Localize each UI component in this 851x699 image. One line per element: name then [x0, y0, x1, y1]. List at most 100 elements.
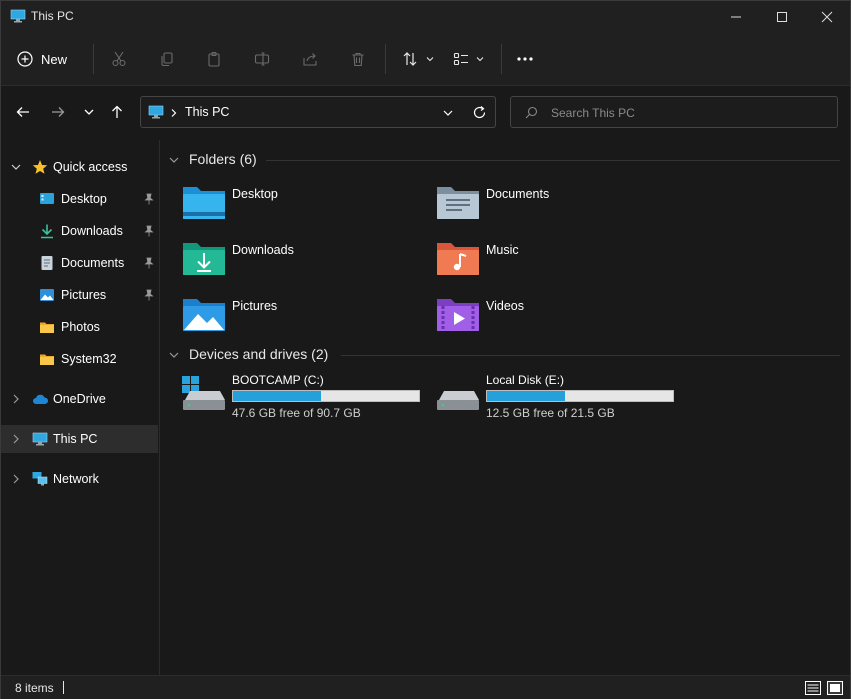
- paste-button[interactable]: [201, 44, 227, 74]
- chevron-down-icon[interactable]: [168, 154, 180, 166]
- up-button[interactable]: [105, 100, 129, 124]
- folder-tile-videos[interactable]: Videos: [436, 293, 676, 343]
- sidebar-item-label: This PC: [53, 432, 98, 446]
- folder-tile-downloads[interactable]: Downloads: [182, 237, 422, 287]
- search-placeholder: Search This PC: [551, 106, 635, 120]
- sidebar-item-this-pc[interactable]: This PC: [1, 425, 158, 453]
- arrow-right-icon: [52, 107, 65, 117]
- drive-tile-e[interactable]: Local Disk (E:) 12.5 GB free of 21.5 GB: [436, 373, 686, 424]
- tiles-view-icon[interactable]: [826, 679, 844, 697]
- sidebar-item-label: Network: [53, 472, 99, 486]
- close-button[interactable]: [804, 1, 850, 32]
- pin-icon: [144, 289, 154, 301]
- rename-button[interactable]: [249, 44, 275, 74]
- title-bar: This PC: [1, 1, 850, 32]
- pin-icon: [144, 225, 154, 237]
- delete-icon: [352, 52, 364, 67]
- sidebar-item-quick-access[interactable]: Quick access: [1, 153, 158, 181]
- sidebar-item-onedrive[interactable]: OneDrive: [1, 385, 158, 413]
- drive-tile-c[interactable]: BOOTCAMP (C:) 47.6 GB free of 90.7 GB: [182, 373, 432, 424]
- folder-name: Downloads: [232, 243, 294, 257]
- arrow-up-icon: [112, 105, 122, 118]
- divider: [266, 160, 840, 161]
- cut-button[interactable]: [106, 44, 132, 74]
- sidebar-item-label: Desktop: [61, 192, 107, 206]
- drive-usage-bar: [486, 390, 674, 402]
- chevron-down-icon[interactable]: [168, 349, 180, 361]
- status-divider: [63, 681, 64, 694]
- local-disk-icon: [437, 391, 479, 410]
- search-icon: [525, 106, 538, 119]
- arrow-left-icon: [16, 107, 29, 117]
- folder-tile-documents[interactable]: Documents: [436, 181, 676, 231]
- pin-icon: [144, 193, 154, 205]
- paste-icon: [208, 51, 220, 67]
- minimize-button[interactable]: [713, 1, 759, 32]
- close-icon: [821, 11, 833, 22]
- drives-group-header[interactable]: Devices and drives (2): [166, 344, 846, 366]
- desktop-folder-icon: [183, 187, 225, 219]
- sidebar-item-label: Downloads: [61, 224, 123, 238]
- folders-group-title: Folders (6): [189, 151, 257, 167]
- folder-name: Pictures: [232, 299, 278, 313]
- details-view-icon[interactable]: [804, 679, 822, 697]
- chevron-down-icon[interactable]: [442, 107, 454, 119]
- copy-button[interactable]: [154, 44, 180, 74]
- sidebar-item-desktop[interactable]: Desktop: [1, 185, 158, 213]
- search-input[interactable]: Search This PC: [510, 96, 838, 128]
- back-button[interactable]: [11, 100, 35, 124]
- folders-group-header[interactable]: Folders (6): [166, 149, 846, 171]
- sidebar-item-documents[interactable]: Documents: [1, 249, 158, 277]
- view-button[interactable]: [449, 44, 489, 74]
- sidebar-item-photos[interactable]: Photos: [1, 313, 158, 341]
- new-label: New: [41, 51, 68, 67]
- sidebar-item-network[interactable]: Network: [1, 465, 158, 493]
- separator: [501, 44, 502, 74]
- chevron-down-icon[interactable]: [10, 161, 22, 173]
- breadcrumb-this-pc[interactable]: This PC: [185, 105, 229, 119]
- this-pc-icon: [10, 9, 26, 23]
- drive-free-space: 47.6 GB free of 90.7 GB: [232, 406, 361, 420]
- folder-name: Music: [486, 243, 519, 257]
- address-row: This PC Search This PC: [1, 86, 850, 140]
- sidebar-item-label: Photos: [61, 320, 100, 334]
- maximize-button[interactable]: [759, 1, 805, 32]
- sidebar-item-downloads[interactable]: Downloads: [1, 217, 158, 245]
- view-icon: [453, 52, 468, 66]
- minimize-icon: [731, 16, 741, 17]
- pictures-folder-icon: [183, 299, 225, 331]
- chevron-right-icon[interactable]: [10, 393, 22, 405]
- more-icon: [517, 57, 533, 61]
- refresh-icon[interactable]: [472, 105, 487, 120]
- folder-name: Documents: [486, 187, 550, 201]
- drive-name: BOOTCAMP (C:): [232, 373, 324, 387]
- drive-name: Local Disk (E:): [486, 373, 565, 387]
- forward-button[interactable]: [46, 100, 70, 124]
- folder-tile-desktop[interactable]: Desktop: [182, 181, 422, 231]
- folder-icon: [40, 322, 54, 333]
- sidebar-item-system32[interactable]: System32: [1, 345, 158, 373]
- chevron-right-icon[interactable]: [10, 473, 22, 485]
- document-icon: [41, 256, 53, 270]
- pictures-icon: [40, 289, 54, 301]
- chevron-right-icon[interactable]: [10, 433, 22, 445]
- sidebar-item-label: Documents: [61, 256, 125, 270]
- drive-usage-fill: [487, 391, 565, 401]
- chevron-down-icon: [426, 57, 433, 62]
- star-icon: [32, 160, 48, 174]
- folder-icon: [40, 354, 54, 365]
- address-bar[interactable]: This PC: [140, 96, 496, 128]
- more-options-button[interactable]: [511, 44, 539, 74]
- new-button[interactable]: New: [17, 44, 81, 74]
- delete-button[interactable]: [345, 44, 371, 74]
- folder-tile-music[interactable]: Music: [436, 237, 676, 287]
- window-title: This PC: [31, 9, 74, 23]
- sidebar-item-pictures[interactable]: Pictures: [1, 281, 158, 309]
- sort-button[interactable]: [397, 44, 439, 74]
- copy-icon: [161, 52, 173, 67]
- share-button[interactable]: [297, 44, 323, 74]
- recent-locations-button[interactable]: [77, 100, 101, 124]
- chevron-down-icon: [84, 109, 94, 115]
- folder-tile-pictures[interactable]: Pictures: [182, 293, 422, 343]
- navigation-pane: Quick access Desktop Downloads Documents…: [1, 140, 160, 675]
